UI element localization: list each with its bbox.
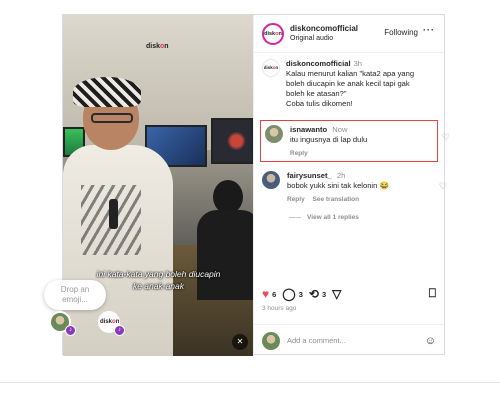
caption-line: boleh diucapin ke anak kecil tapi gak — [286, 79, 410, 88]
post-caption: diskon diskoncomofficial 3h Kalau menurut… — [262, 59, 436, 109]
emoji-reaction-prompt[interactable]: Drop an emoji... — [44, 280, 106, 310]
comment-bubble-icon[interactable]: ◯ — [282, 288, 295, 300]
page-divider — [0, 382, 500, 383]
share-paper-plane-icon[interactable]: ▽ — [332, 288, 341, 300]
comment-count: 3 — [298, 289, 303, 299]
repost-icon[interactable]: ⟲ — [309, 288, 319, 300]
divider — [289, 216, 301, 218]
like-count: 6 — [272, 289, 277, 299]
see-translation-button[interactable]: See translation — [313, 196, 360, 203]
account-username[interactable]: diskoncomofficial — [290, 24, 358, 34]
comment-item: isnawanto Now itu ingusnya di lap dulu R… — [260, 120, 450, 162]
commenter-avatar[interactable] — [265, 125, 283, 143]
comment-time: 2h — [336, 171, 346, 180]
more-options-icon[interactable]: ··· — [423, 25, 435, 35]
reaction-badge-icon: ♪ — [114, 325, 125, 336]
comment-time: Now — [332, 125, 348, 134]
caption-line: Kalau menurut kalian "kata2 apa yang — [286, 69, 415, 78]
caption-username[interactable]: diskoncomofficial — [286, 59, 351, 68]
repost-action[interactable]: ⟲ 3 — [309, 288, 326, 300]
account-avatar[interactable]: diskon — [262, 22, 284, 45]
caption-line: Coba tulis dikomen! — [286, 99, 353, 108]
post-actions-bar: ♥ 6 ◯ 3 ⟲ 3 ▽ ⎕ — [262, 285, 436, 303]
emoji-icon[interactable]: ☺ — [425, 335, 436, 347]
comment-action[interactable]: ◯ 3 — [282, 288, 303, 300]
caption-avatar[interactable]: diskon — [262, 59, 280, 77]
caption-time: 3h — [353, 59, 363, 68]
bookmark-icon[interactable]: ⎕ — [429, 286, 436, 301]
post-sidebar: diskon diskoncomofficial Original audio … — [253, 15, 450, 356]
comment-text: itu ingusnya di lap dulu — [290, 135, 368, 144]
commenter-username[interactable]: fairysunset_ — [287, 171, 332, 180]
like-comment-heart-icon[interactable]: ♡ — [439, 181, 447, 192]
reaction-badge-icon: ♪ — [65, 325, 76, 336]
commenter-username[interactable]: isnawanto — [290, 125, 327, 134]
share-action[interactable]: ▽ — [332, 288, 344, 300]
audio-link[interactable]: Original audio — [290, 34, 358, 44]
following-button[interactable]: Following — [384, 28, 418, 37]
add-comment-bar: ☺ — [254, 324, 444, 356]
caption-line: boleh ke atasan?" — [286, 89, 347, 98]
post-timestamp: 3 hours ago — [262, 305, 297, 312]
video-presenter — [63, 75, 203, 356]
current-user-avatar — [262, 331, 280, 350]
like-action[interactable]: ♥ 6 — [262, 288, 276, 300]
video-wall-logo: diskon — [146, 43, 169, 50]
reply-button[interactable]: Reply — [287, 196, 305, 203]
comment-item: fairysunset_ 2h bobok yukk sini tak kelo… — [262, 171, 447, 209]
view-replies-button[interactable]: View all 1 replies — [289, 214, 359, 221]
post-header: diskon diskoncomofficial Original audio … — [254, 15, 444, 53]
reply-button[interactable]: Reply — [290, 150, 308, 157]
add-comment-input[interactable] — [287, 336, 425, 345]
heart-filled-icon[interactable]: ♥ — [262, 288, 269, 300]
commenter-avatar[interactable] — [262, 171, 280, 189]
muted-speaker-icon[interactable]: ✕ — [232, 334, 248, 350]
repost-count: 3 — [321, 289, 327, 299]
like-comment-heart-icon[interactable]: ♡ — [442, 132, 450, 143]
comment-text: bobok yukk sini tak kelonin 😂 — [287, 181, 389, 190]
reel-post: diskon ini kata-kata yang boleh diucapin… — [62, 14, 450, 356]
video-monitor — [211, 118, 253, 164]
